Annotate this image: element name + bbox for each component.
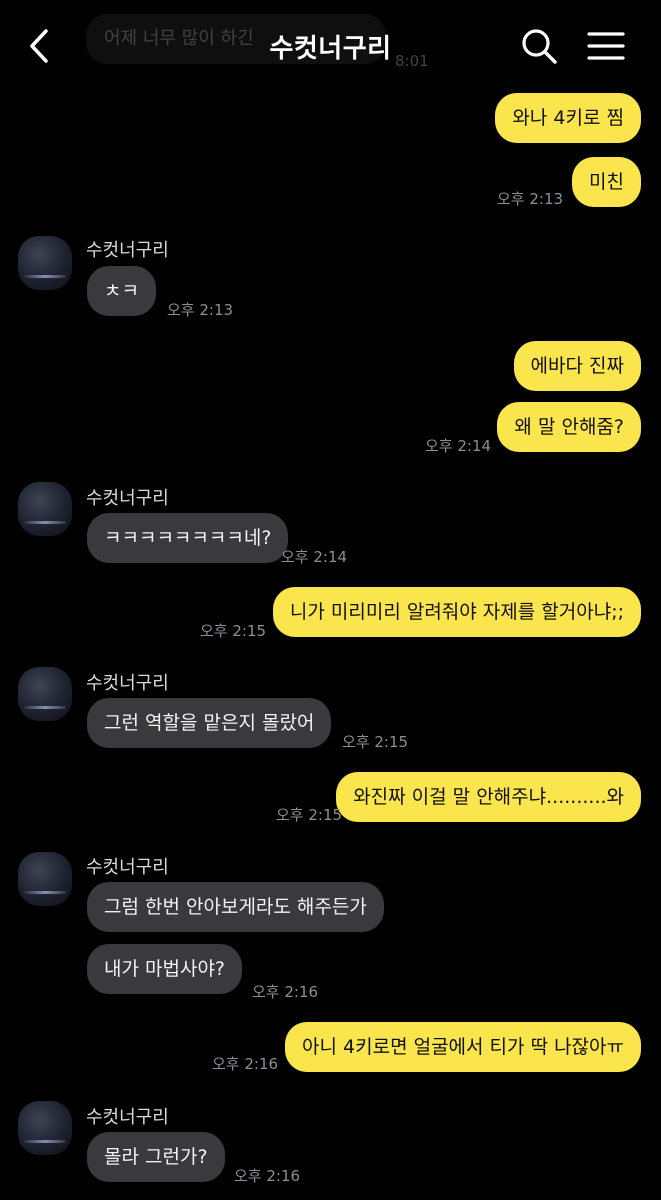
avatar[interactable] — [18, 667, 72, 721]
search-icon[interactable] — [520, 26, 558, 66]
avatar[interactable] — [18, 482, 72, 536]
chat-header: 어제 너무 많이 하긴 8:01 수컷너구리 — [0, 0, 661, 92]
avatar[interactable] — [18, 1101, 72, 1155]
message-time: 오후 2:16 — [212, 1055, 279, 1073]
message-time: 오후 2:15 — [200, 622, 267, 640]
my-message-bubble[interactable]: 미친 — [572, 157, 641, 207]
menu-icon[interactable] — [586, 30, 626, 62]
their-message-bubble[interactable]: ㅋㅋㅋㅋㅋㅋㅋㅋ네? — [87, 513, 289, 563]
sender-name: 수컷너구리 — [86, 1107, 169, 1128]
their-message-bubble[interactable]: 그럼 한번 안아보게라도 해주든가 — [87, 882, 384, 932]
message-time: 오후 2:13 — [167, 301, 234, 319]
sender-name: 수컷너구리 — [86, 673, 169, 694]
their-message-bubble[interactable]: ㅊㅋ — [87, 266, 156, 316]
message-time: 오후 2:16 — [252, 983, 319, 1001]
my-message-bubble[interactable]: 아니 4키로면 얼굴에서 티가 딱 나잖아ㅠ — [285, 1022, 641, 1072]
sender-name: 수컷너구리 — [86, 857, 169, 878]
my-message-bubble[interactable]: 와진짜 이걸 말 안해주냐..........와 — [336, 772, 641, 822]
message-time: 오후 2:15 — [276, 806, 343, 824]
chat-title: 수컷너구리 — [269, 34, 392, 64]
my-message-bubble[interactable]: 와나 4키로 찜 — [495, 93, 641, 143]
message-time: 오후 2:13 — [497, 190, 564, 208]
my-message-bubble[interactable]: 니가 미리미리 알려줘야 자제를 할거아냐;; — [272, 587, 641, 637]
my-message-bubble[interactable]: 에바다 진짜 — [513, 341, 641, 391]
sender-name: 수컷너구리 — [86, 488, 169, 509]
sender-name: 수컷너구리 — [86, 240, 169, 261]
message-time: 오후 2:16 — [234, 1167, 301, 1185]
avatar[interactable] — [18, 852, 72, 906]
message-time: 오후 2:14 — [281, 548, 348, 566]
message-time: 오후 2:15 — [342, 733, 409, 751]
their-message-bubble[interactable]: 그런 역할을 맡은지 몰랐어 — [87, 698, 332, 748]
their-message-bubble[interactable]: 몰라 그런가? — [87, 1132, 225, 1182]
my-message-bubble[interactable]: 왜 말 안해줌? — [497, 402, 641, 452]
their-message-bubble[interactable]: 내가 마법사야? — [87, 944, 243, 994]
avatar[interactable] — [18, 236, 72, 290]
message-time: 오후 2:14 — [425, 437, 492, 455]
